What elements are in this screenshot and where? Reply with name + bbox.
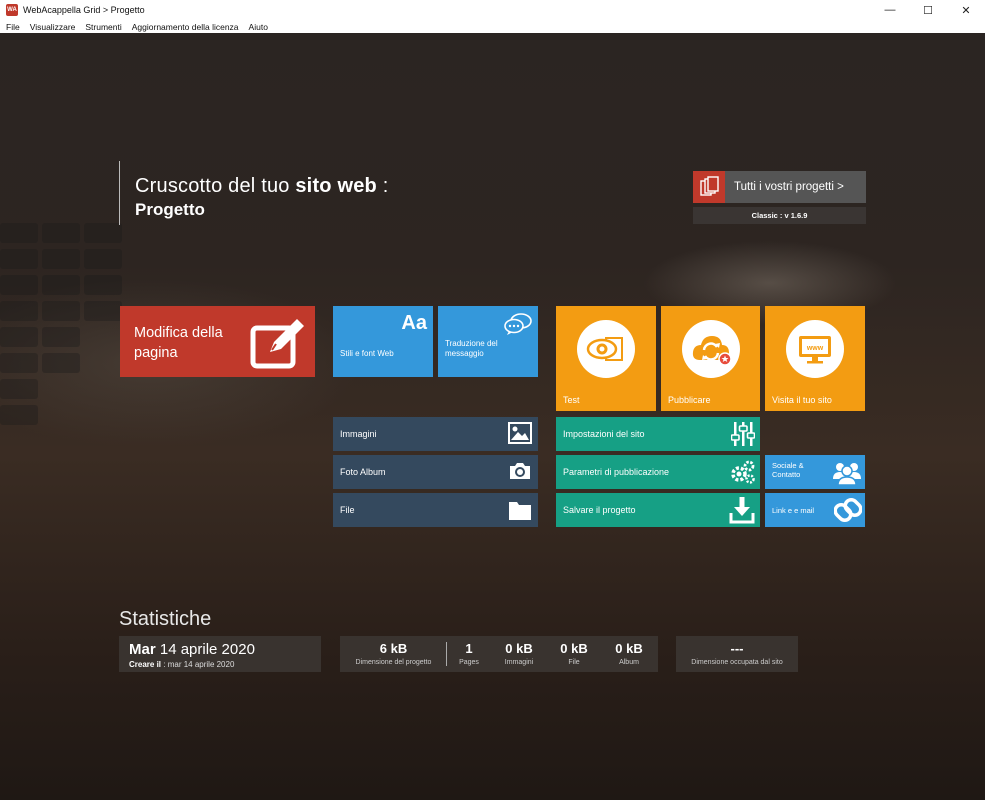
styles-fonts-tile[interactable]: Aa Stili e font Web (333, 306, 433, 377)
all-projects-button[interactable]: Tutti i vostri progetti > (693, 171, 866, 203)
images-tile[interactable]: Immagini (333, 417, 538, 451)
edit-page-tile[interactable]: Modifica della pagina (120, 306, 315, 377)
header-divider (119, 161, 120, 225)
background-keyboard (0, 213, 130, 443)
link-email-tile[interactable]: Link e e mail (765, 493, 865, 527)
file-label: File (340, 505, 355, 515)
site-size-stat: --- Dimensione occupata dal sito (691, 641, 783, 666)
date-box: Mar 14 aprile 2020 Creare il : mar 14 ap… (119, 636, 321, 672)
publish-tile[interactable]: Pubblicare (661, 306, 760, 411)
sizes-box: 6 kB Dimensione del progetto 1 Pages 0 k… (340, 636, 658, 672)
file-size-stat: 0 kB File (560, 641, 588, 666)
title-bar: WA WebAcappella Grid > Progetto — ☐ ✕ (0, 0, 985, 20)
pages-stat: 1 Pages (459, 641, 479, 666)
projects-icon (693, 171, 725, 203)
svg-text:www: www (806, 345, 824, 352)
app-icon: WA (6, 4, 18, 16)
menu-tools[interactable]: Strumenti (85, 22, 121, 32)
publish-params-label: Parametri di pubblicazione (563, 467, 670, 477)
dashboard-title: Cruscotto del tuo sito web : (135, 175, 389, 197)
edit-page-label: Modifica della pagina (134, 325, 223, 362)
menu-help[interactable]: Aiuto (249, 22, 268, 32)
project-size-stat: 6 kB Dimensione del progetto (355, 641, 432, 666)
photo-album-tile[interactable]: Foto Album (333, 455, 538, 489)
test-label: Test (563, 395, 580, 405)
folder-icon (508, 499, 532, 526)
monitor-www-icon: www (786, 320, 844, 378)
edit-icon (250, 314, 308, 375)
site-settings-tile[interactable]: Impostazioni del sito (556, 417, 760, 451)
social-contact-label: Sociale & Contatto (772, 461, 804, 480)
minimize-button[interactable]: — (871, 0, 909, 20)
maximize-button[interactable]: ☐ (909, 0, 947, 20)
translation-tile[interactable]: Traduzione del messaggio (438, 306, 538, 377)
site-settings-label: Impostazioni del sito (563, 429, 645, 439)
dashboard: Cruscotto del tuo sito web : Progetto Tu… (0, 33, 985, 800)
styles-fonts-label: Stili e font Web (340, 349, 394, 358)
images-size-stat: 0 kB Immagini (504, 641, 534, 666)
download-icon (729, 496, 755, 529)
menu-file[interactable]: File (6, 22, 20, 32)
translation-label: Traduzione del messaggio (445, 339, 498, 358)
social-contact-tile[interactable]: Sociale & Contatto (765, 455, 865, 489)
font-icon: Aa (401, 312, 427, 334)
window-title: WebAcappella Grid > Progetto (23, 5, 145, 15)
chat-bubbles-icon (504, 312, 532, 341)
save-project-label: Salvare il progetto (563, 505, 636, 515)
image-icon (508, 422, 532, 449)
eye-icon (577, 320, 635, 378)
menu-bar: File Visualizzare Strumenti Aggiornament… (0, 20, 985, 33)
visit-site-label: Visita il tuo sito (772, 395, 832, 405)
visit-site-tile[interactable]: www Visita il tuo sito (765, 306, 865, 411)
version-label: Classic : v 1.6.9 (693, 207, 866, 224)
users-icon (832, 458, 862, 491)
window-controls: — ☐ ✕ (871, 0, 985, 20)
album-size-stat: 0 kB Album (615, 641, 643, 666)
save-project-tile[interactable]: Salvare il progetto (556, 493, 760, 527)
publish-params-tile[interactable]: Parametri di pubblicazione (556, 455, 760, 489)
publish-label: Pubblicare (668, 395, 711, 405)
link-chain-icon (833, 496, 863, 529)
stats-title: Statistiche (119, 608, 212, 630)
created-date: Creare il : mar 14 aprile 2020 (129, 660, 235, 669)
current-date: Mar 14 aprile 2020 (129, 641, 255, 658)
file-tile[interactable]: File (333, 493, 538, 527)
menu-view[interactable]: Visualizzare (30, 22, 76, 32)
stats-separator (446, 642, 447, 666)
gears-icon (730, 459, 756, 490)
all-projects-label: Tutti i vostri progetti > (734, 181, 844, 193)
cloud-sync-icon (681, 320, 740, 378)
site-size-box: --- Dimensione occupata dal sito (676, 636, 798, 672)
menu-license-update[interactable]: Aggiornamento della licenza (132, 22, 239, 32)
camera-icon (508, 461, 532, 486)
sliders-icon (730, 421, 756, 452)
images-label: Immagini (340, 429, 377, 439)
test-tile[interactable]: Test (556, 306, 656, 411)
photo-album-label: Foto Album (340, 467, 386, 477)
close-button[interactable]: ✕ (947, 0, 985, 20)
link-email-label: Link e e mail (772, 506, 815, 515)
project-name: Progetto (135, 200, 205, 219)
